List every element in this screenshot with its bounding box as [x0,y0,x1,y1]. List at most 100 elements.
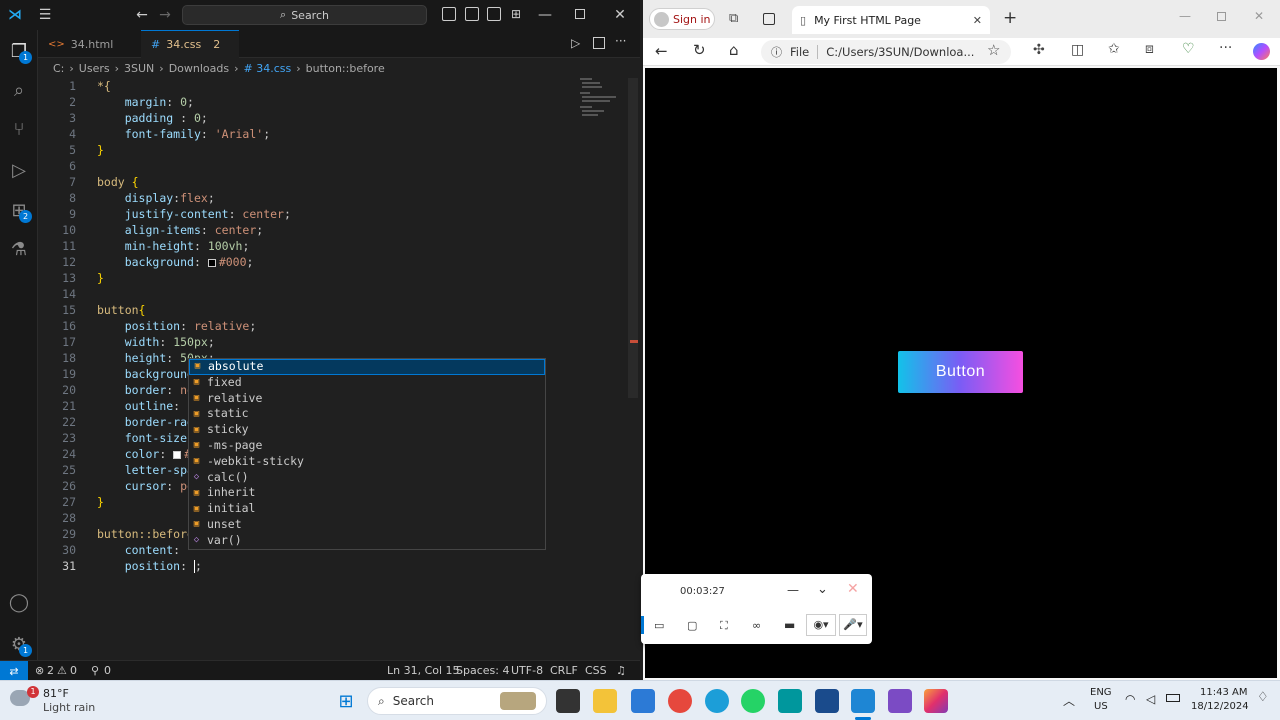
suggestion-item[interactable]: ▣ absolute [189,359,545,375]
clock-time[interactable]: 11:43 AM [1200,687,1247,698]
suggestion-item[interactable]: ◇ var() [189,533,545,549]
close-window-icon[interactable]: ✕ [1254,9,1264,23]
menu-icon[interactable]: ☰ [36,6,54,24]
suggestion-item[interactable]: ▣ -ms-page [189,438,545,454]
minimap[interactable] [578,78,626,128]
testing-icon[interactable]: ⚗ [0,230,38,268]
vertical-scrollbar[interactable] [628,78,638,398]
store-icon[interactable] [631,689,655,713]
battery-icon[interactable] [1166,694,1180,702]
breadcrumb-item[interactable]: Users [79,62,110,75]
warnings-icon[interactable]: ⚠ [57,664,67,677]
webcam-dropdown-icon[interactable]: ◉▾ [806,614,836,636]
folder-icon[interactable]: ▬ [784,618,795,632]
refresh-icon[interactable]: ↻ [693,41,706,59]
clock-date[interactable]: 18/12/2024 [1191,701,1249,712]
split-screen-icon[interactable]: ◫ [1071,42,1084,58]
start-windows-icon[interactable]: ⊞ [334,689,358,713]
microphone-dropdown-icon[interactable]: 🎤▾ [839,614,867,636]
back-icon[interactable]: ← [655,42,668,60]
weather-temperature[interactable]: 81°F [43,687,69,700]
close-recorder-icon[interactable]: ✕ [847,581,859,597]
toggle-secondary-sidebar-icon[interactable] [487,7,501,21]
source-control-icon[interactable]: ⑂ [0,110,38,148]
language-mode[interactable]: CSS [585,664,607,677]
region-indicator[interactable]: US [1094,701,1108,712]
collapse-icon[interactable]: ⌄ [817,582,828,597]
extensions-icon[interactable]: ⊞ 2 [0,191,38,229]
maximize-icon[interactable] [575,9,585,19]
forward-arrow-icon[interactable]: → [157,6,173,24]
search-icon[interactable]: ⌕ [0,71,38,109]
notifications-bell-icon[interactable]: ♫ [616,664,626,677]
minimize-icon[interactable]: — [1179,9,1191,23]
address-bar[interactable]: ⓘ File C:/Users/3SUN/Downloa... [761,40,1011,64]
link-icon[interactable]: ∞ [752,619,761,632]
color-swatch[interactable] [207,258,216,267]
new-tab-icon[interactable]: + [1003,8,1017,28]
indentation[interactable]: Spaces: 4 [456,664,509,677]
tab-34-html[interactable]: <> 34.html [38,30,138,58]
visual-studio-icon[interactable] [888,689,912,713]
suggestion-item[interactable]: ▣ initial [189,501,545,517]
task-view-icon[interactable] [556,689,580,713]
maximize-icon[interactable] [1217,12,1226,21]
weather-description[interactable]: Light rain [43,701,95,714]
suggestion-item[interactable]: ▣ inherit [189,485,545,501]
settings-gear-icon[interactable]: ⚙ 1 [0,625,38,663]
back-arrow-icon[interactable]: ← [134,6,150,24]
favorite-star-icon[interactable]: ☆ [987,41,1000,59]
chrome-icon[interactable] [668,689,692,713]
browser-tab[interactable]: ▯ My First HTML Page ✕ [792,6,990,34]
wifi-icon[interactable]: ◠ [1125,692,1135,706]
suggestion-item[interactable]: ▣ -webkit-sticky [189,454,545,470]
suggestion-item[interactable]: ◇ calc() [189,470,545,486]
toggle-sidebar-icon[interactable] [442,7,456,21]
notifications-icon[interactable]: ♢ [1257,690,1269,705]
color-swatch[interactable] [173,450,182,459]
arduino-icon[interactable] [778,689,802,713]
accounts-icon[interactable]: ◯ [0,583,38,621]
breadcrumb-item[interactable]: 3SUN [124,62,154,75]
breadcrumb-item[interactable]: # 34.css [244,62,292,75]
vscode-taskbar-icon[interactable] [851,689,875,713]
remote-indicator-icon[interactable]: ⇄ [0,661,28,680]
favorites-icon[interactable]: ✩ [1108,41,1120,57]
taskbar-search[interactable]: ⌕ Search [367,687,547,715]
cursor-position[interactable]: Ln 31, Col 15 [387,664,460,677]
suggestion-item[interactable]: ▣ fixed [189,375,545,391]
end-of-line[interactable]: CRLF [550,664,578,677]
whatsapp-icon[interactable] [741,689,765,713]
copilot-icon[interactable] [1253,43,1270,60]
minimize-icon[interactable]: — [537,6,553,24]
workspaces-icon[interactable]: ⧉ [729,11,738,26]
customize-layout-icon[interactable]: ⊞ [509,6,523,22]
suggestion-item[interactable]: ▣ relative [189,391,545,407]
suggestion-item[interactable]: ▣ sticky [189,422,545,438]
instagram-icon[interactable] [924,689,948,713]
errors-icon[interactable]: ⊗ [35,664,44,677]
run-icon[interactable]: ▷ [571,36,580,50]
toggle-panel-icon[interactable] [465,7,479,21]
more-actions-icon[interactable]: ··· [615,34,626,48]
autocomplete-suggest-widget[interactable]: ▣ absolute ▣ fixed ▣ relative ▣ static ▣ stic… [188,358,546,550]
minimize-recorder-icon[interactable]: — [787,583,799,597]
suggestion-item[interactable]: ▣ unset [189,517,545,533]
suggestion-item[interactable]: ▣ static [189,406,545,422]
command-center-search[interactable]: ⌕ Search [182,5,427,25]
collections-icon[interactable]: ⧈ [1145,41,1154,57]
extensions-icon[interactable]: ✣ [1033,42,1045,58]
sign-in-button[interactable]: Sign in [649,8,715,30]
explorer-icon[interactable]: ❐ 1 [0,32,38,70]
tab-actions-icon[interactable] [763,13,775,25]
close-tab-icon[interactable]: ✕ [973,14,982,27]
split-editor-icon[interactable] [593,37,605,49]
screen-icon[interactable]: ▭ [654,619,664,632]
close-icon[interactable]: ✕ [612,6,628,24]
fullscreen-icon[interactable]: ⛶ [720,619,728,633]
home-icon[interactable]: ⌂ [729,41,739,59]
run-debug-icon[interactable]: ▷ [0,151,38,189]
more-menu-icon[interactable]: ··· [1219,40,1232,56]
window-icon[interactable]: ▢ [687,619,697,632]
volume-icon[interactable]: ◁ [1146,692,1155,706]
